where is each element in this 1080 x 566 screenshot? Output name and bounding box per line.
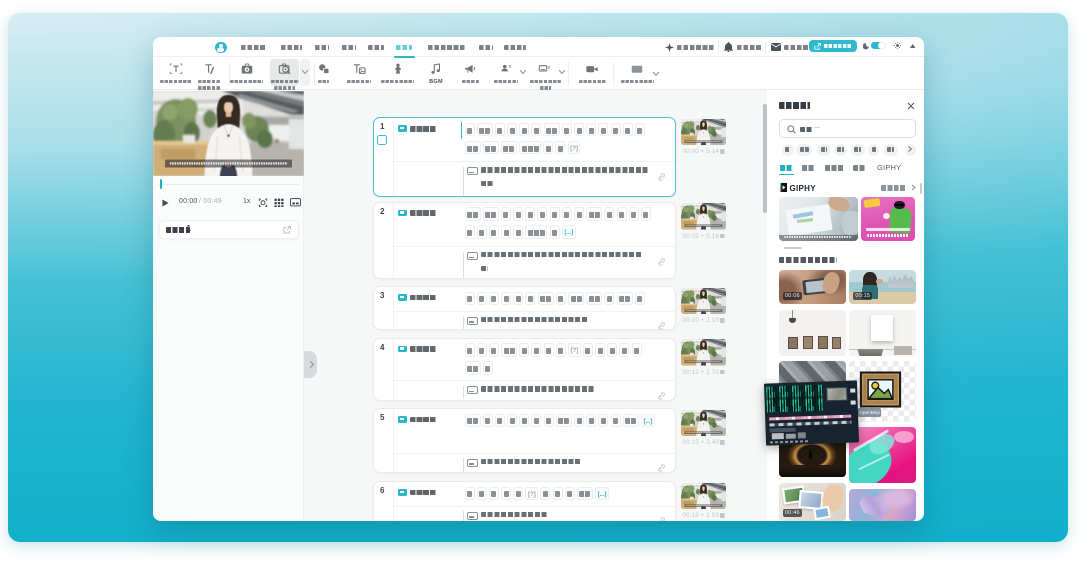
svg-text:0: 0 <box>509 64 512 70</box>
svg-text:0: 0 <box>548 65 551 71</box>
